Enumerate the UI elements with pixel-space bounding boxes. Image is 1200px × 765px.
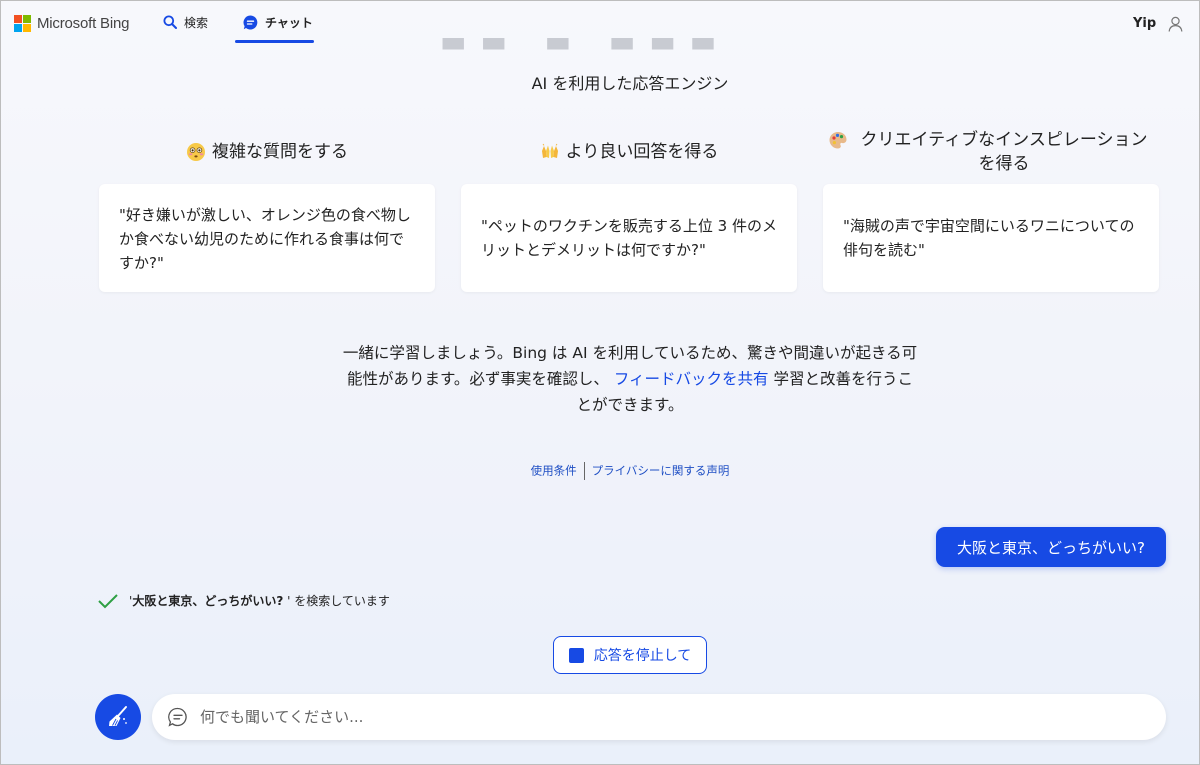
- chat-icon: [243, 15, 258, 29]
- feature-title: より良い回答を得る: [565, 142, 719, 162]
- example-prompt-card[interactable]: "ペットのワクチンを販売する上位 3 件のメリットとデメリットは何ですか?": [461, 184, 797, 292]
- checkmark-icon: [98, 593, 118, 608]
- bing-logo[interactable]: Microsoft Bing: [14, 15, 129, 32]
- user-profile-icon[interactable]: [1168, 16, 1183, 32]
- share-feedback-link[interactable]: フィードバックを共有: [614, 370, 769, 388]
- example-prompt-text: "海賊の声で宇宙空間にいるワニについての俳句を読む": [843, 217, 1135, 259]
- user-message-text: 大阪と東京、どっちがいい?: [957, 538, 1145, 557]
- brand-name: Microsoft Bing: [37, 15, 130, 32]
- example-prompt-card[interactable]: "海賊の声で宇宙空間にいるワニについての俳句を読む": [823, 184, 1159, 292]
- microsoft-logo-icon: [14, 15, 31, 32]
- learn-together-disclaimer: 一緒に学習しましょう。Bing は AI を利用しているため、驚きや間違いが起き…: [340, 340, 920, 418]
- feature-heading: 複雑な質問をする: [99, 128, 435, 176]
- feature-heading: クリエイティブなインスピレーションを得る: [823, 128, 1159, 176]
- tab-chat[interactable]: チャット: [243, 12, 313, 32]
- stop-icon: [568, 647, 584, 663]
- user-name[interactable]: Yip: [1133, 16, 1156, 31]
- search-status-text: '大阪と東京、どっちがいい? ' を検索しています: [129, 594, 390, 608]
- welcome-title-partial: ■■ ■ ■■■ ■■ ■: [440, 38, 820, 54]
- palette-emoji-icon: [829, 132, 847, 149]
- chat-input-box[interactable]: [152, 694, 1166, 740]
- chat-input[interactable]: [200, 708, 1100, 726]
- feature-title: クリエイティブなインスピレーションを得る: [860, 130, 1148, 174]
- legal-links: 使用条件 プライバシーに関する声明: [0, 462, 1200, 480]
- broom-icon: [109, 706, 127, 726]
- example-prompt-text: "好き嫌いが激しい、オレンジ色の食べ物しか食べない幼児のために作れる食事は何です…: [119, 206, 411, 272]
- flushed-face-emoji-icon: [187, 143, 205, 161]
- active-tab-indicator: [235, 40, 314, 43]
- tab-search[interactable]: 検索: [163, 12, 208, 32]
- example-prompt-text: "ペットのワクチンを販売する上位 3 件のメリットとデメリットは何ですか?": [481, 217, 777, 259]
- user-message-bubble: 大阪と東京、どっちがいい?: [936, 527, 1166, 567]
- stop-responding-button[interactable]: 応答を停止して: [553, 636, 707, 674]
- link-divider: [583, 462, 585, 480]
- new-topic-button[interactable]: [95, 694, 141, 740]
- privacy-statement-link[interactable]: プライバシーに関する声明: [592, 464, 730, 478]
- terms-of-use-link[interactable]: 使用条件: [531, 464, 577, 478]
- search-query: 大阪と東京、どっちがいい?: [132, 594, 284, 608]
- raising-hands-emoji-icon: [541, 143, 558, 158]
- tab-chat-label: チャット: [265, 15, 313, 30]
- search-icon: [163, 15, 177, 29]
- example-prompt-card[interactable]: "好き嫌いが激しい、オレンジ色の食べ物しか食べない幼児のために作れる食事は何です…: [99, 184, 435, 292]
- page-subtitle: AI を利用した応答エンジン: [531, 74, 729, 93]
- chat-bubble-icon: [168, 707, 187, 727]
- feature-heading: より良い回答を得る: [461, 128, 797, 176]
- stop-button-label: 応答を停止して: [593, 648, 692, 664]
- feature-title: 複雑な質問をする: [212, 142, 348, 162]
- search-status: '大阪と東京、どっちがいい? ' を検索しています: [97, 592, 390, 609]
- tab-search-label: 検索: [184, 15, 209, 30]
